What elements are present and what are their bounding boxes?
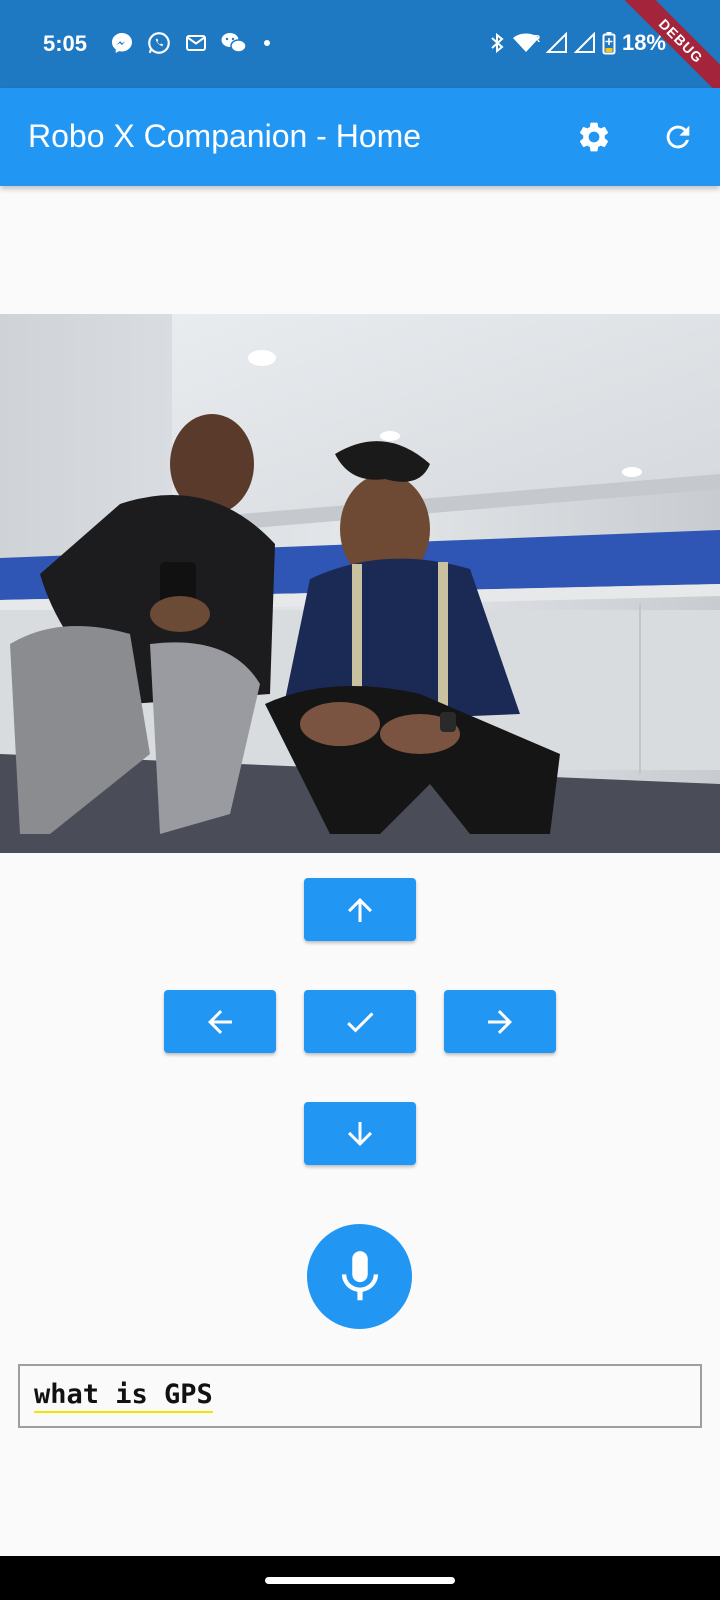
app-screen: 5:05 R 18% DEBUG Robo X Companion - Home… xyxy=(0,0,720,1600)
battery-icon xyxy=(602,31,616,55)
notification-icons xyxy=(110,30,270,56)
arrow-right-icon xyxy=(488,1009,512,1034)
battery-percent: 18% xyxy=(621,30,666,55)
status-bar: 5:05 R 18% xyxy=(0,0,720,88)
wechat-icon xyxy=(220,31,248,55)
system-icons: R 18% xyxy=(488,30,666,56)
page-title: Robo X Companion - Home xyxy=(28,118,422,154)
camera-image xyxy=(0,314,720,853)
whatsapp-icon xyxy=(146,30,172,56)
microphone-icon xyxy=(341,1250,378,1300)
arrow-down-icon xyxy=(348,1121,372,1146)
microphone-button[interactable] xyxy=(307,1224,412,1329)
move-left-button[interactable] xyxy=(164,990,276,1053)
settings-button[interactable] xyxy=(572,115,616,159)
signal-r-icon xyxy=(545,31,568,55)
app-bar: Robo X Companion - Home xyxy=(0,88,720,186)
navigation-bar xyxy=(0,1556,720,1600)
settings-icon xyxy=(579,122,609,152)
bluetooth-icon xyxy=(488,31,506,55)
home-gesture-handle[interactable] xyxy=(265,1577,455,1584)
speech-text-field[interactable]: what is GPS xyxy=(18,1364,702,1428)
speech-text-value: what is GPS xyxy=(34,1379,213,1413)
move-down-button[interactable] xyxy=(304,1102,416,1165)
refresh-button[interactable] xyxy=(656,115,700,159)
arrow-up-icon xyxy=(348,897,372,922)
refresh-icon xyxy=(666,125,690,149)
confirm-button[interactable] xyxy=(304,990,416,1053)
camera-feed xyxy=(0,314,720,853)
move-up-button[interactable] xyxy=(304,878,416,941)
status-time: 5:05 xyxy=(43,31,88,56)
move-right-button[interactable] xyxy=(444,990,556,1053)
gmail-icon xyxy=(184,31,208,55)
signal-icon xyxy=(573,31,596,55)
more-dot-icon xyxy=(264,40,270,46)
arrow-left-icon xyxy=(208,1009,232,1034)
messenger-icon xyxy=(110,31,134,55)
svg-text:R: R xyxy=(533,34,540,45)
check-icon xyxy=(347,1011,374,1032)
wifi-icon: R xyxy=(512,31,540,55)
